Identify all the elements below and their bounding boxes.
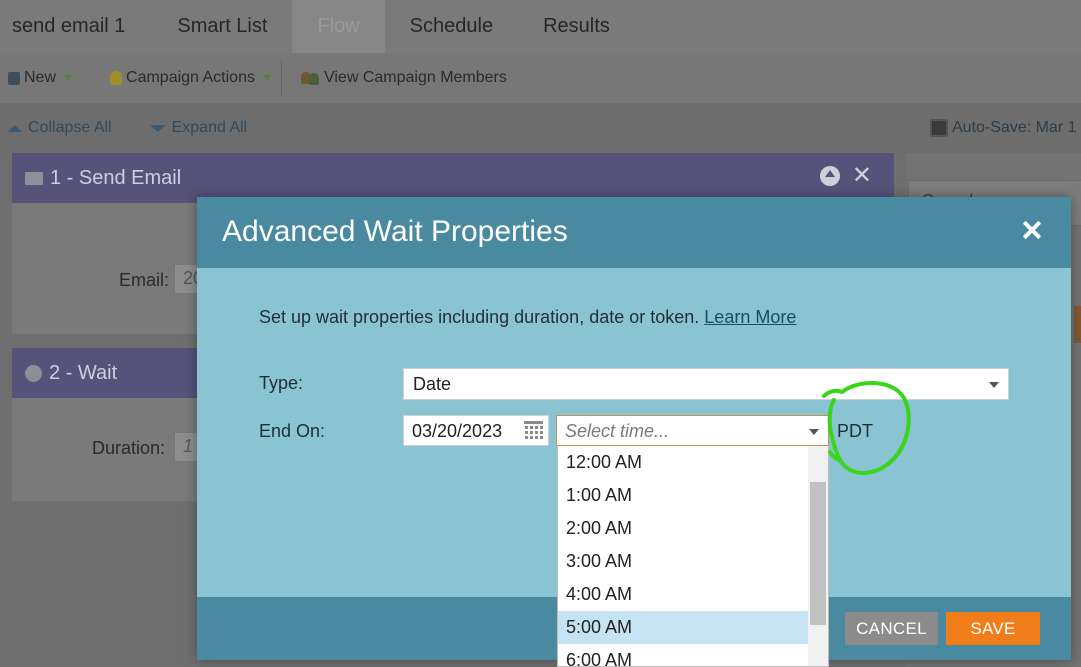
date-input[interactable]: 03/20/2023 <box>403 415 549 446</box>
calendar-icon[interactable] <box>524 421 543 439</box>
view-campaign-members-button[interactable]: View Campaign Members <box>282 53 517 103</box>
clock-icon <box>25 364 42 382</box>
dialog-description: Set up wait properties including duratio… <box>259 307 796 328</box>
learn-more-link[interactable]: Learn More <box>704 307 796 327</box>
dialog-title: Advanced Wait Properties <box>222 215 568 248</box>
end-on-label: End On: <box>259 421 326 441</box>
panel-tab[interactable] <box>1074 306 1081 343</box>
scrollbar-thumb[interactable] <box>810 482 826 625</box>
flow-step-title: 2 - Wait <box>49 361 118 384</box>
tab-schedule[interactable]: Schedule <box>385 0 518 53</box>
tab-bar: send email 1 Smart List Flow Schedule Re… <box>0 0 1081 53</box>
tab-results[interactable]: Results <box>518 0 635 53</box>
cancel-button[interactable]: CANCEL <box>845 612 938 645</box>
lightbulb-icon <box>110 71 123 85</box>
save-button[interactable]: SAVE <box>946 612 1040 645</box>
dropdown-scrollbar[interactable] <box>808 446 828 666</box>
time-option[interactable]: 4:00 AM <box>558 578 809 611</box>
type-select-value: Date <box>413 374 452 394</box>
collapse-all-button[interactable]: Collapse All <box>0 119 120 137</box>
view-members-label: View Campaign Members <box>323 69 507 86</box>
flow-subbar: Collapse All Expand All Auto-Save: Mar 1 <box>0 103 1081 153</box>
save-disk-icon <box>930 119 948 137</box>
type-label: Type: <box>259 373 304 393</box>
expand-label: Expand All <box>171 119 248 136</box>
new-label: New <box>24 69 57 86</box>
time-select[interactable]: Select time... <box>556 415 829 446</box>
description-text: Set up wait properties including duratio… <box>259 307 700 327</box>
expand-icon <box>149 124 166 132</box>
autosave-label: Auto-Save: Mar 1 <box>952 119 1077 136</box>
close-icon[interactable] <box>1017 216 1047 246</box>
chevron-down-icon <box>989 382 999 388</box>
date-value: 03/20/2023 <box>412 421 503 441</box>
new-menu-button[interactable]: New <box>0 53 82 103</box>
new-icon <box>8 71 20 85</box>
autosave-status: Auto-Save: Mar 1 <box>930 103 1077 153</box>
time-option[interactable]: 6:00 AM <box>558 644 809 666</box>
time-option[interactable]: 2:00 AM <box>558 512 809 545</box>
move-up-icon[interactable] <box>819 166 840 186</box>
tab-send-email-1[interactable]: send email 1 <box>0 0 152 53</box>
tab-smart-list[interactable]: Smart List <box>152 0 292 53</box>
tab-flow[interactable]: Flow <box>292 0 385 53</box>
step-controls: ✕ <box>819 164 872 188</box>
delete-step-icon[interactable]: ✕ <box>852 164 872 188</box>
chevron-down-icon <box>809 429 819 435</box>
collapse-icon <box>8 124 22 132</box>
time-option-highlighted[interactable]: 5:00 AM <box>558 611 809 644</box>
duration-field-label: Duration: <box>92 438 166 458</box>
campaign-actions-label: Campaign Actions <box>126 69 255 86</box>
collapse-label: Collapse All <box>28 119 112 136</box>
people-icon <box>300 70 320 86</box>
type-select[interactable]: Date <box>403 368 1009 400</box>
timezone-label: PDT <box>837 421 873 441</box>
dropdown-arrow-icon <box>64 75 73 81</box>
time-option[interactable]: 12:00 AM <box>558 446 809 479</box>
time-option[interactable]: 3:00 AM <box>558 545 809 578</box>
time-option[interactable]: 1:00 AM <box>558 479 809 512</box>
email-field-label: Email: <box>119 270 170 290</box>
dropdown-arrow-icon <box>262 75 271 81</box>
flow-step-title: 1 - Send Email <box>50 166 182 189</box>
time-dropdown-list: 12:00 AM 1:00 AM 2:00 AM 3:00 AM 4:00 AM… <box>557 446 829 667</box>
email-icon <box>25 171 43 185</box>
expand-all-button[interactable]: Expand All <box>142 119 256 137</box>
flow-step-header[interactable]: 1 - Send Email ✕ <box>12 153 894 203</box>
campaign-actions-button[interactable]: Campaign Actions <box>82 53 281 103</box>
dialog-header: Advanced Wait Properties <box>197 197 1071 268</box>
time-placeholder: Select time... <box>565 421 670 441</box>
toolbar: New Campaign Actions View Campaign Membe… <box>0 53 1081 103</box>
